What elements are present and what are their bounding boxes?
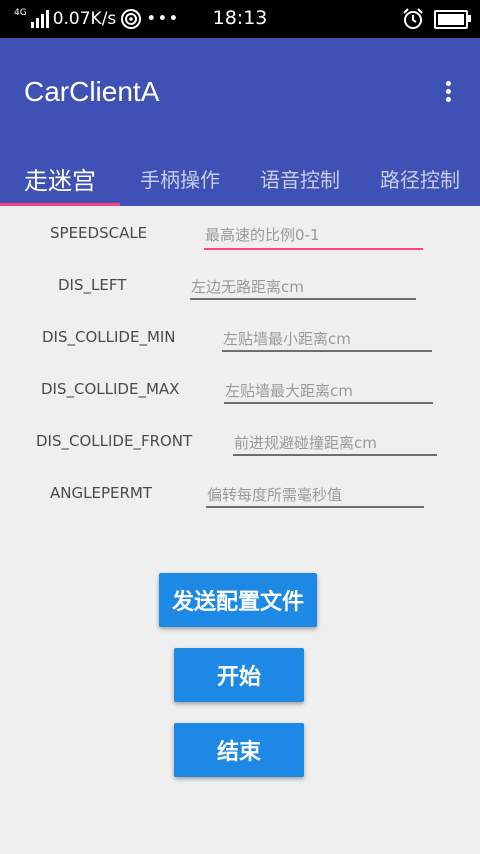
start-button[interactable]: 开始 [174, 648, 304, 702]
dis-collide-front-placeholder: 前进规避碰撞距离cm [234, 434, 377, 452]
tab-gamepad[interactable]: 手柄操作 [140, 150, 220, 206]
app-title: CarClientA [24, 76, 160, 107]
anglepermt-placeholder: 偏转每度所需毫秒值 [207, 486, 343, 504]
stop-button[interactable]: 结束 [174, 723, 304, 777]
battery-icon [434, 9, 471, 29]
tab-bar: 走迷宫 手柄操作 语音控制 路径控制 [0, 150, 480, 206]
tab-maze[interactable]: 走迷宫 [24, 150, 96, 206]
speedscale-placeholder: 最高速的比例0-1 [205, 226, 320, 244]
anglepermt-label: ANGLEPERMT [50, 484, 152, 502]
dis-left-label: DIS_LEFT [58, 276, 127, 294]
dis-left-placeholder: 左边无路距离cm [191, 278, 304, 296]
status-right [402, 7, 471, 31]
status-bar: 4G 0.07K/s ••• 18:13 [0, 0, 480, 38]
app-bar: CarClientA 走迷宫 手柄操作 语音控制 路径控制 [0, 38, 480, 206]
more-vert-icon[interactable] [436, 78, 460, 108]
speedscale-label: SPEEDSCALE [50, 224, 148, 242]
alarm-icon [403, 8, 423, 29]
tab-path-control[interactable]: 路径控制 [380, 150, 460, 206]
dis-collide-min-label: DIS_COLLIDE_MIN [42, 328, 176, 346]
dis-collide-front-label: DIS_COLLIDE_FRONT [36, 432, 193, 450]
dis-collide-min-placeholder: 左贴墙最小距离cm [223, 330, 351, 348]
send-config-button[interactable]: 发送配置文件 [159, 573, 317, 627]
tab-indicator [0, 203, 120, 206]
tab-voice-control[interactable]: 语音控制 [260, 150, 340, 206]
dis-collide-max-label: DIS_COLLIDE_MAX [41, 380, 180, 398]
dis-collide-max-placeholder: 左贴墙最大距离cm [225, 382, 353, 400]
